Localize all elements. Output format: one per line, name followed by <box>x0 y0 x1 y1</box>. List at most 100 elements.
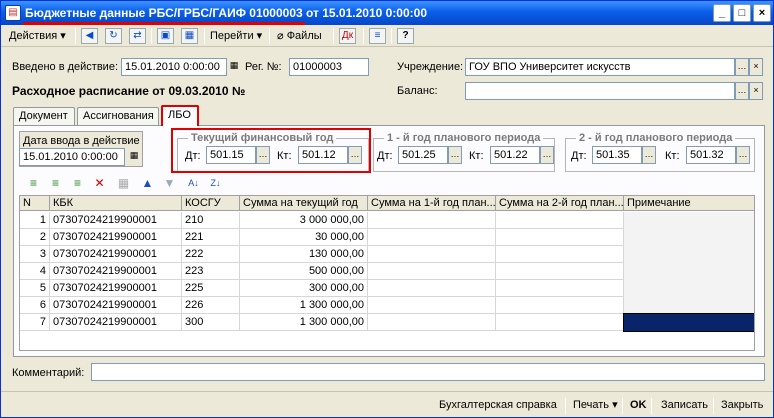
table-cell[interactable] <box>624 246 754 263</box>
maximize-button[interactable]: □ <box>733 4 751 22</box>
reference-button[interactable]: Бухгалтерская справка <box>433 395 563 415</box>
table-row[interactable]: 3 07307024219900001 222 130 000,00 <box>20 246 754 263</box>
table-cell[interactable]: 130 000,00 <box>240 246 368 263</box>
print-menu[interactable]: Печать ▾ <box>567 395 624 415</box>
sort-ascending-icon[interactable]: A↓ <box>185 175 202 191</box>
balance-field[interactable] <box>465 82 735 100</box>
close-form-button[interactable]: Закрыть <box>715 395 769 415</box>
table-cell[interactable]: 07307024219900001 <box>50 280 182 297</box>
table-cell[interactable]: 07307024219900001 <box>50 263 182 280</box>
move-down-icon[interactable]: ▼ <box>161 175 178 191</box>
reg-number-field[interactable]: 01000003 <box>289 58 369 76</box>
close-button[interactable]: × <box>753 4 771 22</box>
column-header[interactable]: КОСГУ <box>182 196 240 211</box>
table-cell[interactable] <box>496 212 624 229</box>
table-row[interactable]: 7 07307024219900001 300 1 300 000,00 <box>20 313 754 332</box>
year2-kt-select-button[interactable]: … <box>736 146 750 164</box>
table-cell[interactable]: 1 300 000,00 <box>240 314 368 331</box>
table-cell[interactable]: 07307024219900001 <box>50 314 182 331</box>
year1-kt-select-button[interactable]: … <box>540 146 554 164</box>
year2-dt-select-button[interactable]: … <box>642 146 656 164</box>
table-cell[interactable] <box>496 246 624 263</box>
table-cell[interactable] <box>368 229 496 246</box>
table-cell[interactable] <box>368 246 496 263</box>
table-cell[interactable]: 222 <box>182 246 240 263</box>
save-button[interactable]: Записать <box>655 395 714 415</box>
table-cell[interactable]: 225 <box>182 280 240 297</box>
table-cell[interactable] <box>623 313 754 332</box>
table-cell[interactable] <box>624 229 754 246</box>
debit-credit-icon[interactable]: Дк <box>339 28 356 44</box>
actions-menu[interactable]: Действия ▾ <box>9 27 66 45</box>
date-input[interactable]: 15.01.2010 0:00:00 <box>19 148 125 166</box>
year2-dt-field[interactable]: 501.35 <box>592 146 642 164</box>
table-cell[interactable]: 4 <box>20 263 50 280</box>
copy-row-icon[interactable]: ≡ <box>47 175 64 191</box>
column-header[interactable]: КБК <box>50 196 182 211</box>
table-cell[interactable] <box>368 297 496 314</box>
table-cell[interactable] <box>624 263 754 280</box>
table-cell[interactable] <box>368 314 496 331</box>
table-cell[interactable]: 30 000,00 <box>240 229 368 246</box>
table-row[interactable]: 2 07307024219900001 221 30 000,00 <box>20 229 754 246</box>
edit-row-icon[interactable]: ≡ <box>69 175 86 191</box>
calendar-icon[interactable]: ▦ <box>227 58 241 76</box>
goto-menu[interactable]: Перейти ▾ <box>210 27 262 45</box>
year1-kt-field[interactable]: 501.22 <box>490 146 540 164</box>
table-cell[interactable]: 3 <box>20 246 50 263</box>
table-cell[interactable] <box>624 212 754 229</box>
column-header[interactable]: Сумма на 2-й год план... <box>496 196 624 211</box>
year2-kt-field[interactable]: 501.32 <box>686 146 736 164</box>
table-cell[interactable] <box>496 229 624 246</box>
ok-button[interactable]: OK <box>624 395 653 415</box>
table-cell[interactable] <box>624 280 754 297</box>
table-cell[interactable]: 500 000,00 <box>240 263 368 280</box>
structure-icon[interactable]: ▦ <box>181 28 198 44</box>
institution-select-button[interactable]: … <box>735 58 749 76</box>
column-header[interactable]: Сумма на 1-й год план... <box>368 196 496 211</box>
year1-dt-select-button[interactable]: … <box>448 146 462 164</box>
table-cell[interactable]: 07307024219900001 <box>50 246 182 263</box>
table-cell[interactable] <box>496 297 624 314</box>
table-cell[interactable] <box>368 263 496 280</box>
year1-dt-field[interactable]: 501.25 <box>398 146 448 164</box>
table-cell[interactable] <box>368 280 496 297</box>
sort-descending-icon[interactable]: Z↓ <box>207 175 224 191</box>
table-cell[interactable]: 1 <box>20 212 50 229</box>
table-cell[interactable] <box>624 297 754 314</box>
institution-field[interactable]: ГОУ ВПО Университет искусств <box>465 58 735 76</box>
tab-allocations[interactable]: Ассигнования <box>77 107 159 125</box>
files-button[interactable]: ⌀ Файлы <box>277 27 322 45</box>
column-header[interactable]: Примечание <box>624 196 754 211</box>
table-cell[interactable]: 1 300 000,00 <box>240 297 368 314</box>
table-row[interactable]: 1 07307024219900001 210 3 000 000,00 <box>20 212 754 229</box>
table-cell[interactable]: 226 <box>182 297 240 314</box>
arrow-left-icon[interactable]: ◀ <box>81 28 98 44</box>
add-row-icon[interactable]: ≡ <box>25 175 42 191</box>
entered-date-field[interactable]: 15.01.2010 0:00:00 <box>121 58 227 76</box>
table-cell[interactable]: 6 <box>20 297 50 314</box>
table-cell[interactable]: 223 <box>182 263 240 280</box>
column-header[interactable]: Сумма на текущий год <box>240 196 368 211</box>
table-cell[interactable]: 3 000 000,00 <box>240 212 368 229</box>
move-up-icon[interactable]: ▲ <box>139 175 156 191</box>
tab-lbo[interactable]: ЛБО <box>161 105 199 126</box>
calendar-icon[interactable]: ▦ <box>127 148 141 166</box>
table-cell[interactable] <box>496 263 624 280</box>
table-cell[interactable]: 07307024219900001 <box>50 229 182 246</box>
table-cell[interactable]: 07307024219900001 <box>50 212 182 229</box>
transfer-icon[interactable]: ⇄ <box>129 28 146 44</box>
balance-select-button[interactable]: … <box>735 82 749 100</box>
balance-clear-button[interactable]: × <box>749 82 763 100</box>
table-row[interactable]: 5 07307024219900001 225 300 000,00 <box>20 280 754 297</box>
document-move-icon[interactable]: ▣ <box>157 28 174 44</box>
table-cell[interactable] <box>368 212 496 229</box>
minimize-button[interactable]: _ <box>713 4 731 22</box>
refresh-icon[interactable]: ↻ <box>105 28 122 44</box>
table-cell[interactable]: 221 <box>182 229 240 246</box>
table-cell[interactable]: 2 <box>20 229 50 246</box>
help-icon[interactable]: ? <box>397 28 414 44</box>
table-cell[interactable] <box>496 280 624 297</box>
table-cell[interactable]: 300 000,00 <box>240 280 368 297</box>
delete-row-icon[interactable]: ✕ <box>91 175 108 191</box>
